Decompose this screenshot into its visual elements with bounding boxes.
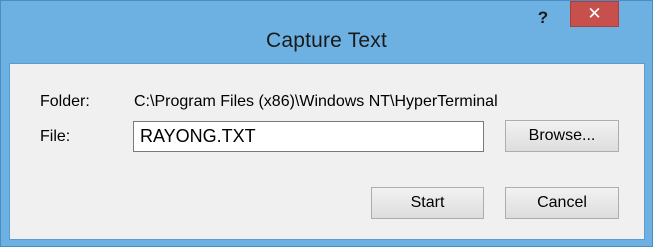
folder-path: C:\Program Files (x86)\Windows NT\HyperT… [134, 93, 498, 110]
browse-button[interactable]: Browse... [505, 120, 619, 152]
file-label: File: [40, 128, 71, 145]
title-bar[interactable]: Capture Text ? ✕ [1, 1, 652, 63]
file-input[interactable]: RAYONG.TXT [133, 121, 484, 152]
close-icon[interactable]: ✕ [570, 1, 619, 27]
cancel-button[interactable]: Cancel [505, 187, 619, 219]
help-icon[interactable]: ? [525, 5, 561, 31]
capture-text-dialog: Capture Text ? ✕ Folder: C:\Program File… [0, 0, 653, 247]
start-button[interactable]: Start [371, 187, 484, 219]
dialog-title: Capture Text [265, 29, 388, 52]
dialog-body: Folder: C:\Program Files (x86)\Windows N… [9, 63, 645, 240]
folder-label: Folder: [40, 93, 90, 110]
